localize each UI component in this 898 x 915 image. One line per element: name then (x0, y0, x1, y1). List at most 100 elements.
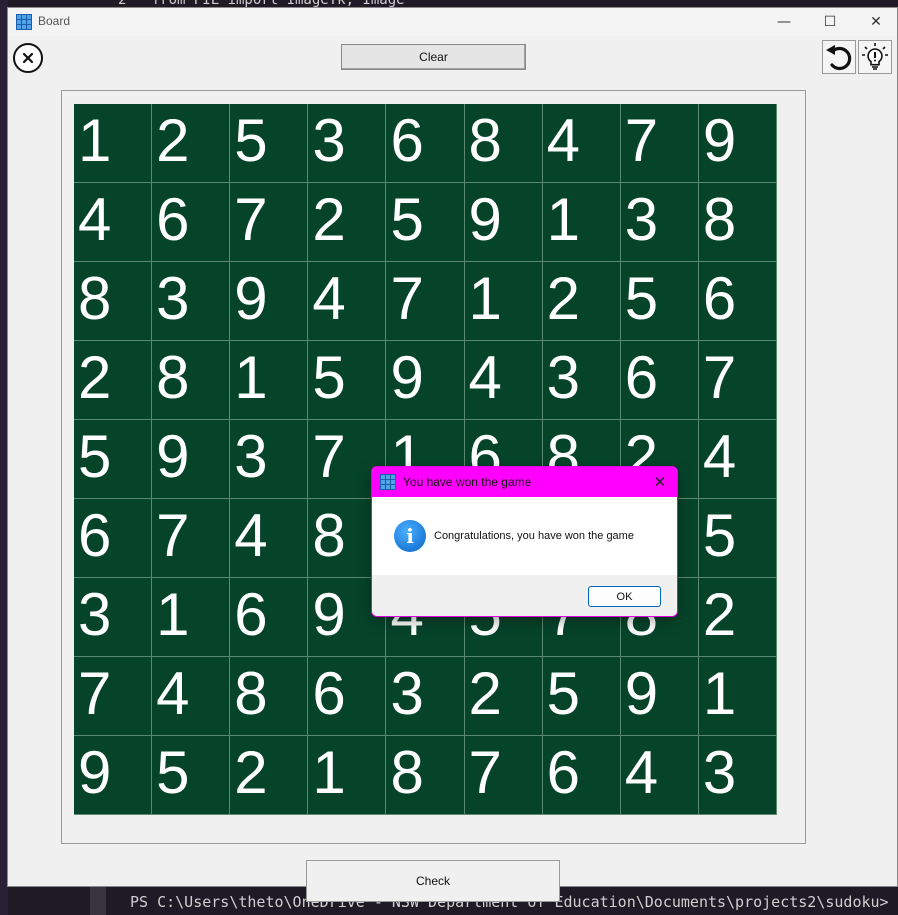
title-bar[interactable]: Board — ☐ ✕ (8, 8, 897, 36)
sudoku-cell[interactable]: 9 (74, 736, 153, 815)
cell-digit: 4 (156, 660, 190, 727)
sudoku-cell[interactable]: 4 (308, 262, 387, 341)
close-circle-icon (13, 43, 43, 73)
sudoku-cell[interactable]: 1 (152, 578, 231, 657)
sudoku-cell[interactable]: 2 (464, 657, 543, 736)
sudoku-cell[interactable]: 2 (542, 262, 621, 341)
sudoku-cell[interactable]: 5 (152, 736, 231, 815)
sudoku-cell[interactable]: 6 (542, 736, 621, 815)
sudoku-cell[interactable]: 5 (620, 262, 699, 341)
sudoku-cell[interactable]: 6 (152, 183, 231, 262)
sudoku-cell[interactable]: 4 (74, 183, 153, 262)
cell-digit: 9 (468, 186, 502, 253)
sudoku-cell[interactable]: 9 (386, 341, 465, 420)
cell-digit: 4 (468, 344, 502, 411)
cell-digit: 5 (390, 186, 424, 253)
sudoku-cell[interactable]: 6 (308, 657, 387, 736)
sudoku-cell[interactable]: 6 (698, 262, 777, 341)
cell-digit: 2 (156, 107, 190, 174)
sudoku-cell[interactable]: 2 (74, 341, 153, 420)
dialog-close-button[interactable]: ✕ (649, 471, 671, 493)
minimize-button[interactable]: — (761, 8, 807, 36)
sudoku-cell[interactable]: 9 (152, 420, 231, 499)
sudoku-cell[interactable]: 1 (74, 104, 153, 183)
sudoku-cell[interactable]: 7 (230, 183, 309, 262)
sudoku-cell[interactable]: 1 (542, 183, 621, 262)
sudoku-cell[interactable]: 6 (386, 104, 465, 183)
sudoku-cell[interactable]: 1 (230, 341, 309, 420)
check-button[interactable]: Check (306, 860, 560, 902)
ok-button[interactable]: OK (588, 586, 661, 607)
sudoku-cell[interactable]: 8 (152, 341, 231, 420)
sudoku-cell[interactable]: 5 (74, 420, 153, 499)
sudoku-cell[interactable]: 5 (230, 104, 309, 183)
sudoku-cell[interactable]: 8 (230, 657, 309, 736)
sudoku-cell[interactable]: 9 (698, 104, 777, 183)
sudoku-cell[interactable]: 3 (308, 104, 387, 183)
window-close-button[interactable]: ✕ (853, 8, 898, 36)
hint-button[interactable] (858, 40, 892, 74)
cell-digit: 6 (546, 739, 581, 806)
cell-digit: 8 (312, 502, 346, 569)
sudoku-cell[interactable]: 5 (386, 183, 465, 262)
cell-digit: 2 (468, 660, 502, 727)
sudoku-cell[interactable]: 7 (74, 657, 153, 736)
sudoku-cell[interactable]: 4 (542, 104, 621, 183)
app-grid-icon (16, 14, 32, 30)
sudoku-cell[interactable]: 7 (620, 104, 699, 183)
sudoku-cell[interactable]: 7 (698, 341, 777, 420)
cell-digit: 8 (78, 265, 112, 332)
sudoku-cell[interactable]: 3 (542, 341, 621, 420)
cell-digit: 2 (702, 581, 737, 648)
clear-button[interactable]: Clear (341, 44, 526, 70)
sudoku-cell[interactable]: 7 (386, 262, 465, 341)
sudoku-cell[interactable]: 2 (308, 183, 387, 262)
sudoku-cell[interactable]: 5 (542, 657, 621, 736)
sudoku-cell[interactable]: 4 (152, 657, 231, 736)
sudoku-cell[interactable]: 3 (152, 262, 231, 341)
sudoku-cell[interactable]: 1 (308, 736, 387, 815)
sudoku-cell[interactable]: 2 (152, 104, 231, 183)
sudoku-cell[interactable]: 4 (230, 499, 309, 578)
maximize-button[interactable]: ☐ (807, 8, 853, 36)
sudoku-cell[interactable]: 1 (464, 262, 543, 341)
sudoku-cell[interactable]: 8 (386, 736, 465, 815)
sudoku-cell[interactable]: 3 (230, 420, 309, 499)
exit-button[interactable] (11, 41, 45, 75)
cell-digit: 8 (234, 660, 268, 727)
cell-digit: 6 (624, 344, 659, 411)
sudoku-cell[interactable]: 2 (230, 736, 309, 815)
sudoku-cell[interactable]: 6 (230, 578, 309, 657)
sudoku-cell[interactable]: 3 (698, 736, 777, 815)
sudoku-cell[interactable]: 4 (464, 341, 543, 420)
sudoku-cell[interactable]: 2 (698, 578, 777, 657)
sudoku-cell[interactable]: 6 (620, 341, 699, 420)
sudoku-cell[interactable]: 5 (308, 341, 387, 420)
cell-digit: 9 (312, 581, 346, 648)
sudoku-cell[interactable]: 5 (698, 499, 777, 578)
cell-digit: 3 (312, 107, 346, 174)
sudoku-cell[interactable]: 1 (698, 657, 777, 736)
sudoku-cell[interactable]: 3 (620, 183, 699, 262)
sudoku-cell[interactable]: 8 (74, 262, 153, 341)
dialog-title-bar[interactable]: You have won the game ✕ (372, 467, 677, 497)
undo-button[interactable] (822, 40, 856, 74)
sudoku-cell[interactable]: 7 (152, 499, 231, 578)
sudoku-cell[interactable]: 9 (230, 262, 309, 341)
sudoku-cell[interactable]: 3 (74, 578, 153, 657)
sudoku-cell[interactable]: 9 (464, 183, 543, 262)
cell-digit: 1 (312, 739, 346, 806)
dialog-title: You have won the game (403, 475, 532, 489)
sudoku-cell[interactable]: 3 (386, 657, 465, 736)
sudoku-cell[interactable]: 4 (698, 420, 777, 499)
cell-digit: 7 (312, 423, 346, 490)
sudoku-cell[interactable]: 6 (74, 499, 153, 578)
sudoku-cell[interactable]: 4 (620, 736, 699, 815)
sudoku-cell[interactable]: 8 (464, 104, 543, 183)
cell-digit: 9 (156, 423, 190, 490)
cell-digit: 6 (702, 265, 737, 332)
cell-digit: 7 (78, 660, 112, 727)
sudoku-cell[interactable]: 9 (620, 657, 699, 736)
sudoku-cell[interactable]: 8 (698, 183, 777, 262)
sudoku-cell[interactable]: 7 (464, 736, 543, 815)
